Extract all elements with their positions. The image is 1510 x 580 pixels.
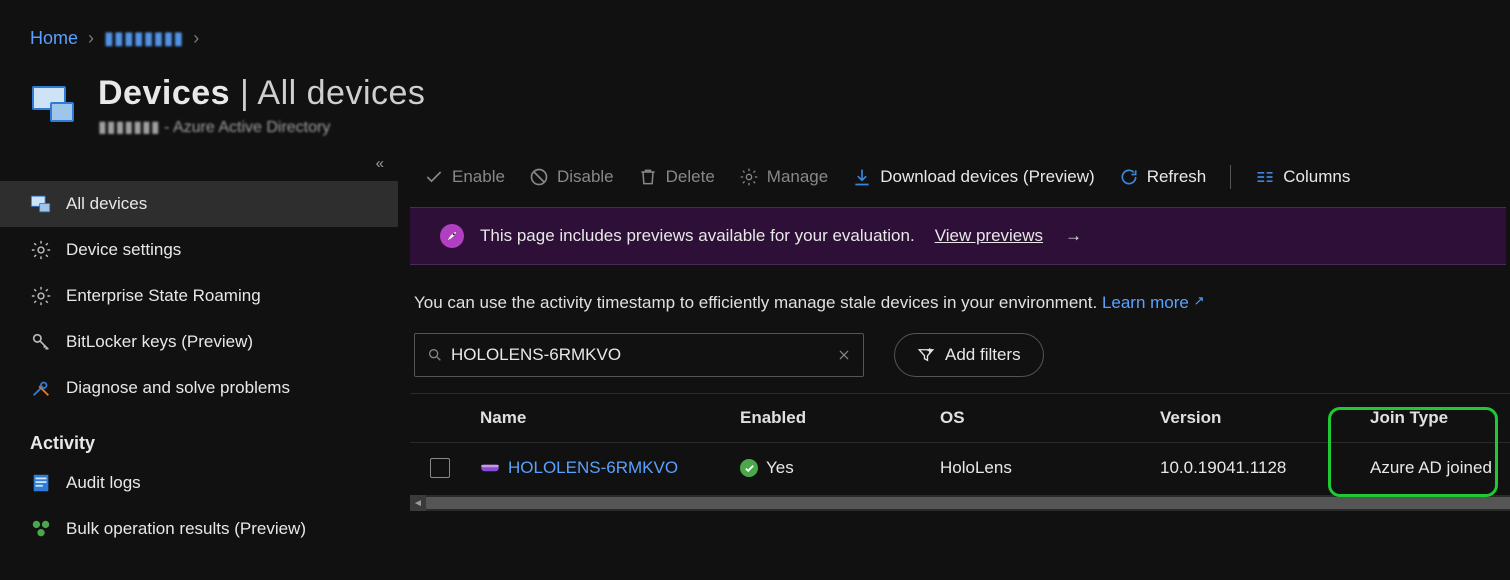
gear-icon xyxy=(30,285,52,307)
sidebar: « All devices Device settings Enterprise… xyxy=(0,147,398,552)
sidebar-item-all-devices[interactable]: All devices xyxy=(0,181,398,227)
refresh-button[interactable]: Refresh xyxy=(1119,167,1207,187)
search-input[interactable] xyxy=(443,345,837,365)
breadcrumb-separator: › xyxy=(88,28,94,49)
col-header-version[interactable]: Version xyxy=(1150,408,1360,428)
breadcrumb-org[interactable]: ▮▮▮▮▮▮▮▮ xyxy=(104,28,183,49)
col-header-os[interactable]: OS xyxy=(930,408,1150,428)
add-filters-button[interactable]: Add filters xyxy=(894,333,1044,377)
page-subtitle: ▮▮▮▮▮▮▮ - Azure Active Directory xyxy=(98,117,425,137)
devices-icon xyxy=(30,80,78,128)
manage-button[interactable]: Manage xyxy=(739,167,828,187)
version-cell: 10.0.19041.1128 xyxy=(1150,458,1360,478)
os-cell: HoloLens xyxy=(930,458,1150,478)
page-header: Devices | All devices ▮▮▮▮▮▮▮ - Azure Ac… xyxy=(0,49,1510,147)
collapse-sidebar-button[interactable]: « xyxy=(0,155,398,181)
col-header-join-type[interactable]: Join Type xyxy=(1360,408,1510,428)
sidebar-item-label: Audit logs xyxy=(66,473,141,493)
sidebar-item-label: BitLocker keys (Preview) xyxy=(66,332,253,352)
toolbar-divider xyxy=(1230,165,1231,189)
col-header-enabled[interactable]: Enabled xyxy=(730,408,930,428)
tools-icon xyxy=(30,377,52,399)
arrow-right-icon: → xyxy=(1065,226,1082,246)
breadcrumb-home[interactable]: Home xyxy=(30,28,78,49)
hololens-icon xyxy=(480,460,500,476)
page-title: Devices | All devices xyxy=(98,74,425,113)
sidebar-item-enterprise-state-roaming[interactable]: Enterprise State Roaming xyxy=(0,273,398,319)
sidebar-item-device-settings[interactable]: Device settings xyxy=(0,227,398,273)
external-link-icon: ↗ xyxy=(1194,293,1205,308)
sidebar-item-audit-logs[interactable]: Audit logs xyxy=(0,460,398,506)
sidebar-item-bitlocker-keys[interactable]: BitLocker keys (Preview) xyxy=(0,319,398,365)
scroll-left-button[interactable]: ◄ xyxy=(410,495,426,511)
col-header-name[interactable]: Name xyxy=(470,408,730,428)
main-panel: Enable Disable Delete Manage Download de… xyxy=(398,147,1510,552)
devices-table: Name Enabled OS Version Join Type HOLOLE… xyxy=(410,393,1510,511)
sidebar-item-label: All devices xyxy=(66,194,147,214)
devices-icon xyxy=(30,193,52,215)
download-devices-button[interactable]: Download devices (Preview) xyxy=(852,167,1094,187)
clear-search-button[interactable] xyxy=(837,348,851,362)
table-row[interactable]: HOLOLENS-6RMKVO Yes HoloLens 10.0.19041.… xyxy=(410,443,1510,493)
preview-banner: This page includes previews available fo… xyxy=(410,207,1506,265)
delete-button[interactable]: Delete xyxy=(638,167,715,187)
sidebar-item-diagnose[interactable]: Diagnose and solve problems xyxy=(0,365,398,411)
sidebar-item-label: Enterprise State Roaming xyxy=(66,286,261,306)
enabled-cell: Yes xyxy=(730,458,930,478)
sidebar-item-bulk-operation-results[interactable]: Bulk operation results (Preview) xyxy=(0,506,398,552)
search-icon xyxy=(427,347,443,363)
sidebar-section-activity: Activity xyxy=(0,411,398,460)
search-input-wrapper[interactable] xyxy=(414,333,864,377)
disable-button[interactable]: Disable xyxy=(529,167,614,187)
logs-icon xyxy=(30,472,52,494)
key-icon xyxy=(30,331,52,353)
row-checkbox[interactable] xyxy=(410,458,470,478)
sidebar-item-label: Bulk operation results (Preview) xyxy=(66,519,306,539)
sidebar-item-label: Device settings xyxy=(66,240,181,260)
gear-icon xyxy=(30,239,52,261)
breadcrumb-separator: › xyxy=(193,28,199,49)
rocket-icon xyxy=(440,224,464,248)
bulk-icon xyxy=(30,518,52,540)
learn-more-link[interactable]: Learn more ↗ xyxy=(1102,293,1205,312)
columns-button[interactable]: Columns xyxy=(1255,167,1350,187)
breadcrumb: Home › ▮▮▮▮▮▮▮▮ › xyxy=(0,0,1510,49)
horizontal-scrollbar[interactable]: ◄ xyxy=(410,495,1510,511)
device-name-link[interactable]: HOLOLENS-6RMKVO xyxy=(480,458,720,478)
view-previews-link[interactable]: View previews xyxy=(935,226,1043,246)
check-circle-icon xyxy=(740,459,758,477)
sidebar-item-label: Diagnose and solve problems xyxy=(66,378,290,398)
banner-text: This page includes previews available fo… xyxy=(480,226,915,246)
intro-text: You can use the activity timestamp to ef… xyxy=(410,265,1510,333)
enable-button[interactable]: Enable xyxy=(424,167,505,187)
command-bar: Enable Disable Delete Manage Download de… xyxy=(410,161,1510,207)
join-type-cell: Azure AD joined xyxy=(1360,458,1510,478)
